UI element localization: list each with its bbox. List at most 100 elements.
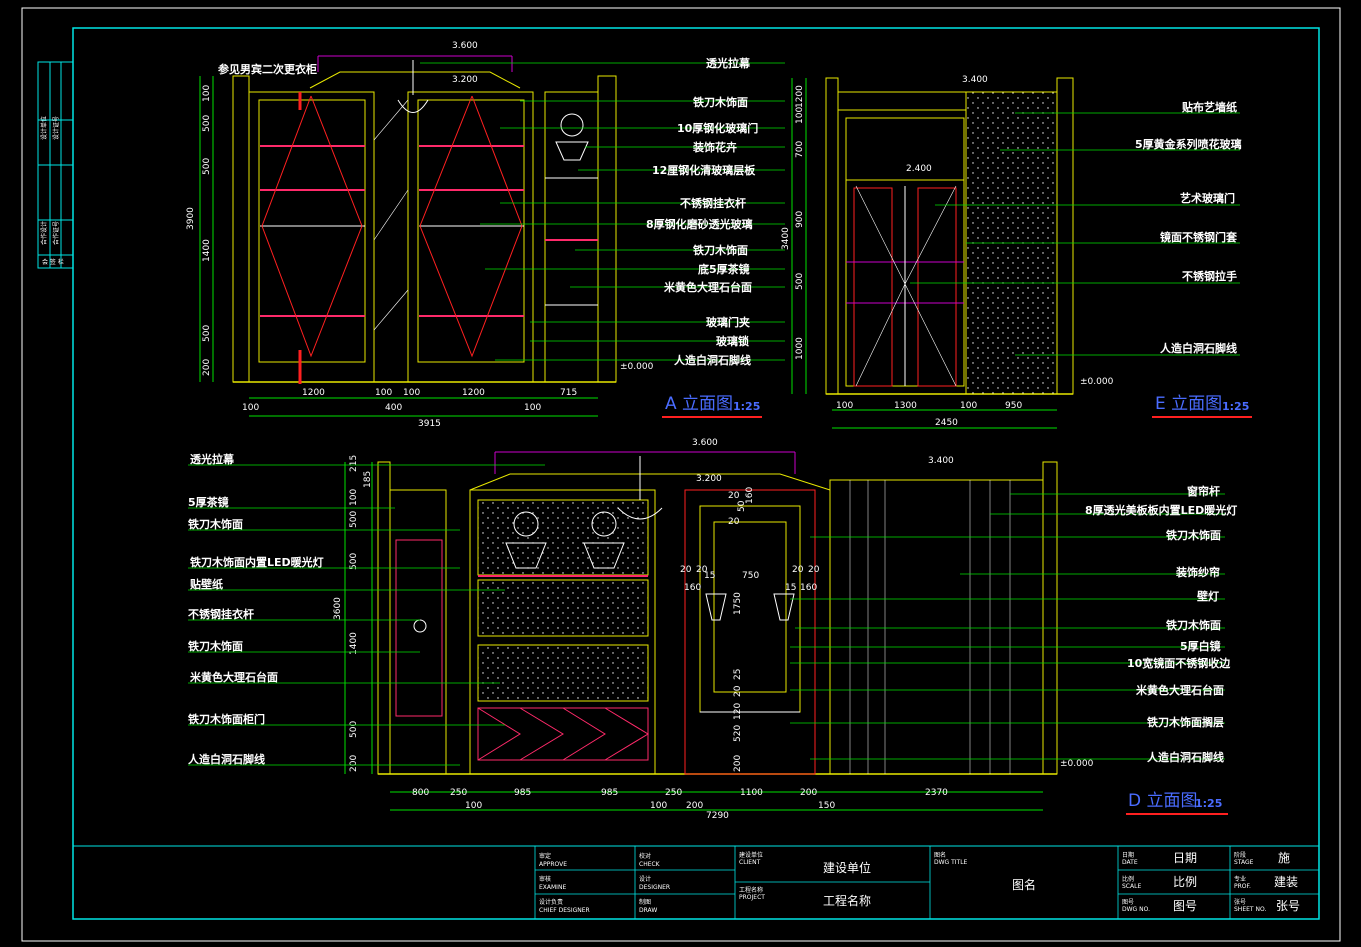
a-callout-1: 铁刀木饰面 bbox=[693, 95, 748, 109]
d-left-callout-0: 透光拉幕 bbox=[190, 452, 235, 466]
e-callout-2: 艺术玻璃门 bbox=[1180, 191, 1235, 205]
d-dim-bottom2-2: 200 bbox=[686, 801, 703, 811]
sidebar-label-5: 会 签 栏 bbox=[42, 258, 64, 266]
e-callout-3: 镜面不锈钢门套 bbox=[1160, 230, 1238, 244]
d-dim-bottom-3: 985 bbox=[601, 788, 618, 798]
e-callout-1: 5厚黄金系列喷花玻璃 bbox=[1135, 137, 1242, 151]
d-top-dim-0: 3.600 bbox=[692, 438, 718, 448]
d-dim-left-7: 200 bbox=[349, 755, 359, 772]
tb-sheet-en: SHEET NO. bbox=[1234, 906, 1266, 913]
d-mirror-dim-6: 20 bbox=[792, 565, 804, 575]
d-left-callout-7: 米黄色大理石台面 bbox=[189, 670, 278, 684]
tb-dwg-title-value: 图名 bbox=[1012, 877, 1036, 892]
tb-stage-value: 施 bbox=[1278, 851, 1290, 865]
d-mirror-dim-0: 20 bbox=[728, 491, 740, 501]
a-dim-bottom-2: 100 bbox=[403, 388, 420, 398]
a-callout-10: 玻璃门夹 bbox=[706, 315, 750, 329]
tb-check-en: CHECK bbox=[639, 861, 661, 868]
a-dim-bottom-1: 100 bbox=[375, 388, 392, 398]
d-dim-left-2: 100 bbox=[349, 489, 359, 506]
tb-examine-cn: 审核 bbox=[539, 875, 551, 883]
tb-designer-en: DESIGNER bbox=[639, 884, 670, 891]
d-dim-bottom2-1: 100 bbox=[650, 801, 667, 811]
d-dim-bottom-7: 2370 bbox=[925, 788, 948, 798]
d-mirror-dim-8: 160 bbox=[684, 583, 701, 593]
a-note: 参见男宾二次更衣柜 bbox=[218, 62, 317, 76]
tb-project-value: 工程名称 bbox=[823, 893, 871, 908]
a-dim-total-height: 3900 bbox=[186, 207, 196, 230]
d-dim-bottom-2: 985 bbox=[514, 788, 531, 798]
tb-client-label: 建设单位 bbox=[739, 851, 763, 859]
cad-drawing: 设计单位 设计证号 合作设计 合作证号 会 签 栏 3900 100 500 5… bbox=[21, 7, 1341, 942]
e-dim-left-0: 1200 bbox=[795, 85, 805, 108]
a-dim-left-0: 100 bbox=[202, 85, 212, 102]
d-right-callout-10: 人造白洞石脚线 bbox=[1147, 750, 1224, 764]
a-dim-bottom-0: 1200 bbox=[302, 388, 325, 398]
d-mirror-dim-18: 200 bbox=[733, 755, 743, 772]
d-left-callout-9: 人造白洞石脚线 bbox=[188, 752, 265, 766]
tb-dwg-title-en: DWG TITLE bbox=[934, 859, 968, 866]
d-dim-left-4: 500 bbox=[349, 553, 359, 570]
d-mirror-dim-17: 520 bbox=[733, 725, 743, 742]
d-right-callout-5: 铁刀木饰面 bbox=[1166, 618, 1221, 632]
tb-dwgno-en: DWG NO. bbox=[1122, 906, 1150, 913]
d-mirror-dim-10: 750 bbox=[742, 571, 759, 581]
a-callout-12: 人造白洞石脚线 bbox=[674, 353, 751, 367]
d-top-dim-2: 3.400 bbox=[928, 456, 954, 466]
d-mirror-dim-9: 15 bbox=[704, 571, 715, 581]
elevation-a: 3900 100 500 500 1400 500 200 1200 100 1… bbox=[186, 41, 785, 429]
d-dim-total-width: 7290 bbox=[706, 811, 729, 821]
d-dim-left-0: 215 bbox=[349, 455, 359, 472]
tb-approve-cn: 审定 bbox=[539, 852, 551, 860]
d-left-callout-5: 不锈钢挂衣杆 bbox=[188, 607, 254, 621]
tb-stage-en: STAGE bbox=[1234, 859, 1254, 866]
d-dim-bottom-5: 1100 bbox=[740, 788, 763, 798]
sidebar-label-3: 合作设计 bbox=[40, 221, 48, 245]
title-block: 审定 APPROVE 审核 EXAMINE 设计负责 CHIEF DESIGNE… bbox=[73, 845, 1319, 919]
d-dim-left-1: 185 bbox=[363, 471, 373, 488]
e-callout-5: 人造白洞石脚线 bbox=[1160, 341, 1237, 355]
tb-prof-value: 建装 bbox=[1274, 875, 1298, 889]
d-dim-bottom2-3: 150 bbox=[818, 801, 835, 811]
e-dim-bottom-1: 1300 bbox=[894, 401, 917, 411]
e-dim-left-4: 500 bbox=[795, 273, 805, 290]
a-dim-bottom-3: 1200 bbox=[462, 388, 485, 398]
e-dim-left-2: 700 bbox=[795, 141, 805, 158]
e-dim-bottom-2: 100 bbox=[960, 401, 977, 411]
tb-chief-cn: 设计负责 bbox=[539, 898, 563, 906]
tb-scale-value: 比例 bbox=[1173, 875, 1197, 889]
tb-stage-label: 阶段 bbox=[1234, 851, 1246, 859]
d-left-callout-1: 5厚茶镜 bbox=[188, 495, 229, 509]
d-dim-total-height: 3600 bbox=[333, 597, 343, 620]
sidebar-label-1: 设计单位 bbox=[40, 116, 48, 140]
d-dim-bottom-6: 200 bbox=[800, 788, 817, 798]
a-callout-0: 透光拉幕 bbox=[706, 56, 751, 70]
d-mirror-dim-15: 20 bbox=[733, 685, 743, 697]
d-dim-bottom-0: 800 bbox=[412, 788, 429, 798]
d-right-callout-9: 铁刀木饰面搁层 bbox=[1147, 715, 1224, 729]
a-dim-bottom-4: 715 bbox=[560, 388, 577, 398]
d-right-callout-6: 5厚白镜 bbox=[1180, 639, 1221, 653]
tb-chief-en: CHIEF DESIGNER bbox=[539, 907, 590, 914]
d-right-callout-4: 壁灯 bbox=[1197, 589, 1219, 603]
tb-sheet-value: 张号 bbox=[1276, 899, 1300, 913]
d-mirror-dim-4: 20 bbox=[680, 565, 692, 575]
tb-scale-label: 比例 bbox=[1122, 875, 1134, 883]
e-dim-left-1: 100 bbox=[795, 107, 805, 124]
tb-dwgno-value: 图号 bbox=[1173, 899, 1197, 913]
d-level: ±0.000 bbox=[1060, 759, 1094, 769]
tb-dwg-title-label: 图名 bbox=[934, 851, 946, 859]
e-dim-left-3: 900 bbox=[795, 211, 805, 228]
a-dim-left-5: 200 bbox=[202, 359, 212, 376]
a-top-dim-1: 3.200 bbox=[452, 75, 478, 85]
tb-client-value: 建设单位 bbox=[823, 860, 871, 875]
sidebar-label-2: 设计证号 bbox=[52, 116, 60, 140]
e-dim-total-height: 3400 bbox=[781, 227, 791, 250]
d-left-callout-2: 铁刀木饰面 bbox=[188, 517, 243, 531]
a-callout-2: 10厚钢化玻璃门 bbox=[677, 121, 758, 135]
a-dim-bottom2-0: 100 bbox=[242, 403, 259, 413]
a-callout-11: 玻璃锁 bbox=[716, 334, 749, 348]
a-callout-3: 装饰花卉 bbox=[692, 140, 737, 154]
elevation-d: 3600 215 185 100 500 500 1400 500 200 20… bbox=[188, 438, 1237, 821]
d-mirror-dim-11: 15 bbox=[785, 583, 796, 593]
